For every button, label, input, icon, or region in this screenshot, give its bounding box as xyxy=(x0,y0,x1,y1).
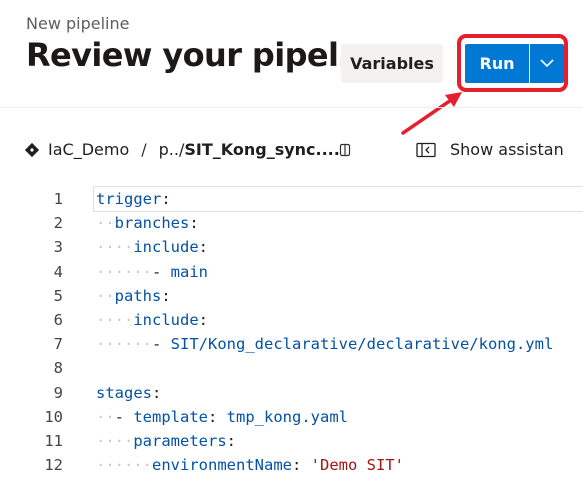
code-token: : xyxy=(161,286,171,305)
code-line[interactable]: 4 ······- main xyxy=(0,260,583,284)
code-token: : xyxy=(226,432,236,450)
breadcrumb-path-prefix[interactable]: p../ xyxy=(159,140,185,159)
code-token: : xyxy=(291,456,311,475)
code-token: main xyxy=(170,262,208,281)
code-text: ··- template: tmp_kong.yaml xyxy=(96,408,348,426)
line-number: 2 xyxy=(53,214,63,233)
line-number: 3 xyxy=(53,238,63,257)
code-text: ······- main xyxy=(96,263,208,281)
indent-whitespace: ·· xyxy=(96,286,115,305)
repo-icon xyxy=(24,142,40,158)
code-text: ······- SIT/Kong_declarative/declarative… xyxy=(96,335,553,353)
chevron-down-icon xyxy=(540,59,554,68)
code-line[interactable]: 8 xyxy=(0,356,583,380)
run-options-button[interactable] xyxy=(530,44,564,83)
line-number: 7 xyxy=(53,335,63,354)
code-line[interactable]: 9 stages: xyxy=(0,381,583,405)
header-divider xyxy=(0,107,583,108)
code-text: ······environmentName: 'Demo SIT' xyxy=(96,456,404,474)
page-subtitle: New pipeline xyxy=(26,14,130,33)
code-line[interactable]: 6 ····include: xyxy=(0,308,583,332)
code-token: - xyxy=(114,407,134,426)
code-line[interactable]: 12 ······environmentName: 'Demo SIT' xyxy=(0,453,583,477)
code-text: ····include: xyxy=(96,311,208,329)
code-token: paths xyxy=(114,286,162,305)
code-line[interactable]: 10 ··- template: tmp_kong.yaml xyxy=(0,405,583,429)
code-line[interactable]: 2 ··branches: xyxy=(0,211,583,235)
show-assistant-label: Show assistan xyxy=(450,140,564,159)
indent-whitespace: ······ xyxy=(96,262,152,281)
run-button[interactable]: Run xyxy=(465,44,529,83)
code-line[interactable]: 11 ····parameters: xyxy=(0,429,583,453)
assistant-panel-icon xyxy=(416,142,436,158)
line-number: 10 xyxy=(44,407,63,426)
line-number: 4 xyxy=(53,262,63,281)
breadcrumb: IaC_Demo / p../SIT_Kong_sync.... xyxy=(24,140,340,159)
code-token: : xyxy=(161,190,171,208)
code-text: ····parameters: xyxy=(96,432,236,450)
indent-whitespace: ······ xyxy=(96,456,152,475)
code-token: trigger xyxy=(96,190,162,208)
code-token: - xyxy=(152,262,171,281)
code-token: include xyxy=(133,311,199,329)
breadcrumb-separator: / xyxy=(141,140,147,159)
code-token: include xyxy=(133,238,199,257)
show-assistant-toggle[interactable]: Show assistan xyxy=(416,140,564,159)
line-number: 9 xyxy=(53,383,63,402)
indent-whitespace: ···· xyxy=(96,311,134,329)
variables-button[interactable]: Variables xyxy=(341,44,443,83)
code-line[interactable]: 7 ······- SIT/Kong_declarative/declarativ… xyxy=(0,332,583,356)
indent-whitespace: ···· xyxy=(96,238,134,257)
code-text: ··branches: xyxy=(96,214,199,232)
page-title: Review your pipel… xyxy=(26,36,370,74)
code-token: : xyxy=(198,238,208,257)
line-number: 6 xyxy=(53,311,63,329)
code-text: trigger: xyxy=(96,190,171,208)
line-number: 5 xyxy=(53,286,63,305)
code-token: template xyxy=(133,407,208,426)
yaml-editor[interactable]: 1 trigger: 2 ··branches: 3 ····include: 4 ·····… xyxy=(0,186,583,477)
line-number: 8 xyxy=(53,359,63,378)
code-text: stages: xyxy=(96,384,161,402)
code-token: SIT/Kong_declarative/declarative/kong.ym… xyxy=(170,335,554,354)
line-number: 12 xyxy=(44,456,63,475)
annotation-arrow xyxy=(401,92,462,135)
code-text: ··paths: xyxy=(96,287,171,305)
indent-whitespace: ·· xyxy=(96,407,115,426)
line-number: 11 xyxy=(44,432,63,450)
code-text: ····include: xyxy=(96,238,208,256)
code-line[interactable]: 1 trigger: xyxy=(0,187,583,211)
code-token: : xyxy=(152,383,162,402)
breadcrumb-repo[interactable]: IaC_Demo xyxy=(48,140,129,159)
code-token: : xyxy=(198,311,208,329)
line-number: 1 xyxy=(53,190,63,208)
code-line[interactable]: 5 ··paths: xyxy=(0,284,583,308)
code-token: 'Demo SIT' xyxy=(310,456,404,475)
code-line[interactable]: 3 ····include: xyxy=(0,235,583,259)
code-token: parameters xyxy=(133,432,227,450)
code-token: environmentName xyxy=(152,456,292,475)
code-token: branches xyxy=(114,214,190,233)
code-token: : xyxy=(189,214,199,233)
code-token: : xyxy=(208,407,227,426)
copy-path-icon[interactable] xyxy=(337,142,353,158)
breadcrumb-file: SIT_Kong_sync.... xyxy=(184,140,340,159)
code-token: tmp_kong.yaml xyxy=(226,407,348,426)
indent-whitespace: ·· xyxy=(96,214,115,233)
code-token: - xyxy=(152,335,171,354)
indent-whitespace: ···· xyxy=(96,432,134,450)
indent-whitespace: ······ xyxy=(96,335,152,354)
code-token: stages xyxy=(96,383,152,402)
